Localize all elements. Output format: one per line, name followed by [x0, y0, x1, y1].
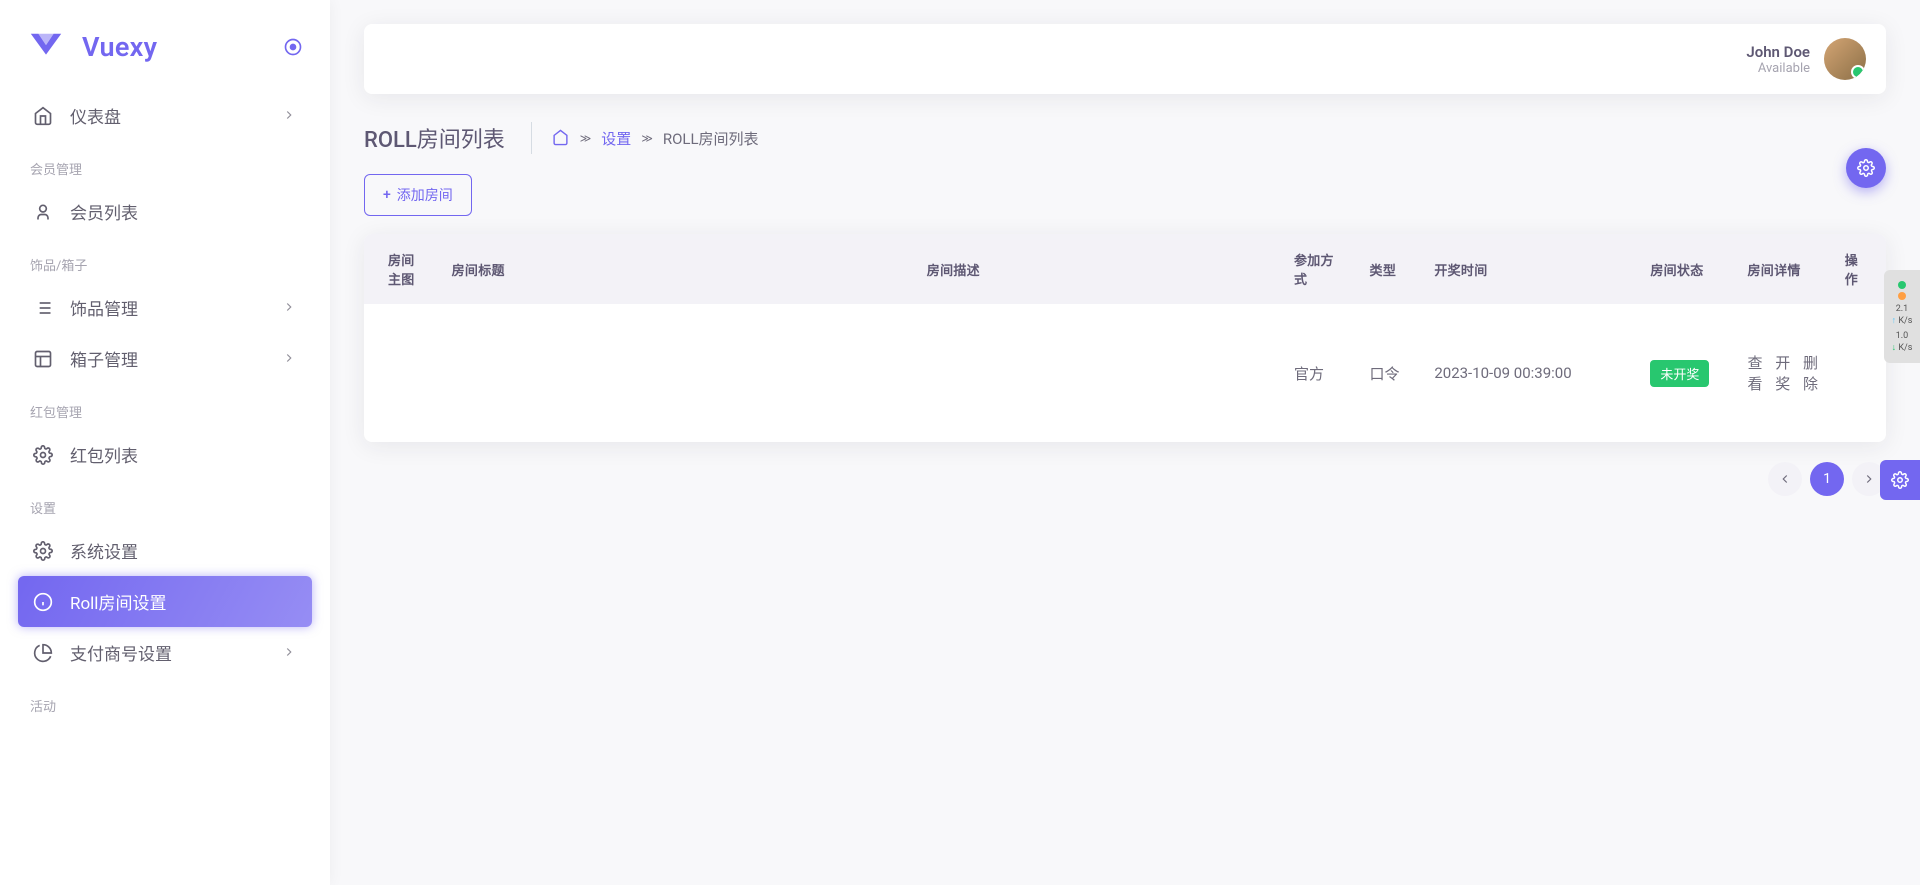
sidebar-item-label: 会员列表: [70, 199, 298, 224]
perf-down: 1.0↓ K/s: [1888, 331, 1916, 354]
cell-time: 2023-10-09 00:39:00: [1422, 304, 1638, 442]
sidebar-item-system-settings[interactable]: 系统设置: [18, 525, 312, 576]
chevron-right-icon: [282, 351, 298, 367]
add-room-button[interactable]: + 添加房间: [364, 174, 472, 216]
breadcrumb-home[interactable]: [552, 129, 570, 147]
sidebar-item-label: 系统设置: [70, 538, 298, 563]
gear-icon: [32, 444, 54, 466]
user-icon: [32, 201, 54, 223]
brand-logo-icon: [26, 28, 66, 66]
pagination: 1: [364, 462, 1886, 496]
page-header: ROLL房间列表 ≫ 设置 ≫ ROLL房间列表: [364, 122, 1886, 154]
sidebar-item-label: 支付商号设置: [70, 640, 266, 665]
sidebar-section-redpack: 红包管理: [18, 392, 312, 429]
sidebar-item-ornament-mgmt[interactable]: 饰品管理: [18, 282, 312, 333]
rooms-table: 房间主图 房间标题 房间描述 参加方式 类型 开奖时间 房间状态 房间详情 操作…: [364, 234, 1886, 442]
table-row: 官方 口令 2023-10-09 00:39:00 未开奖 查看 开奖 删除: [364, 304, 1886, 442]
gear-icon: [1891, 471, 1909, 489]
user-menu[interactable]: John Doe Available: [1746, 38, 1866, 80]
customizer-button[interactable]: [1880, 460, 1920, 500]
sidebar-section-member: 会员管理: [18, 149, 312, 186]
cell-method: 官方: [1282, 304, 1358, 442]
cell-details: 查看 开奖 删除: [1736, 304, 1833, 442]
sidebar-item-redpack-list[interactable]: 红包列表: [18, 429, 312, 480]
radio-icon: [283, 37, 303, 57]
table-header-desc: 房间描述: [915, 234, 1282, 304]
status-dot-yellow: [1898, 292, 1906, 300]
perf-up: 2.1↑ K/s: [1888, 304, 1916, 327]
breadcrumb-separator: ≫: [641, 132, 653, 145]
table-header-row: 房间主图 房间标题 房间描述 参加方式 类型 开奖时间 房间状态 房间详情 操作: [364, 234, 1886, 304]
sidebar-item-label: 饰品管理: [70, 295, 266, 320]
navbar: John Doe Available: [364, 24, 1886, 94]
brand-name: Vuexy: [82, 31, 157, 63]
home-icon: [32, 105, 54, 127]
sidebar-item-roll-room-settings[interactable]: Roll房间设置: [18, 576, 312, 627]
sidebar-collapse-button[interactable]: [282, 36, 304, 58]
cell-actions: [1833, 304, 1886, 442]
sidebar-item-payment-settings[interactable]: 支付商号设置: [18, 627, 312, 678]
chevron-left-icon: [1778, 472, 1792, 486]
sidebar-section-settings: 设置: [18, 488, 312, 525]
cell-desc: [915, 304, 1282, 442]
pie-chart-icon: [32, 642, 54, 664]
page-number-1[interactable]: 1: [1810, 462, 1844, 496]
cell-title: [440, 304, 915, 442]
breadcrumb-settings[interactable]: 设置: [601, 128, 631, 149]
sidebar-item-member-list[interactable]: 会员列表: [18, 186, 312, 237]
sidebar: Vuexy 仪表盘 会员管理 会员列表 饰品/箱子 饰品管理 箱子管理 红包管理…: [0, 0, 330, 885]
sidebar-item-label: Roll房间设置: [70, 589, 298, 614]
breadcrumb-separator: ≫: [580, 132, 592, 145]
sidebar-item-label: 红包列表: [70, 442, 298, 467]
sidebar-section-ornament: 饰品/箱子: [18, 245, 312, 282]
main-content: John Doe Available ROLL房间列表 ≫ 设置 ≫ ROLL房…: [330, 0, 1920, 885]
table-header-details: 房间详情: [1736, 234, 1833, 304]
gear-icon: [1857, 159, 1875, 177]
table-header-type: 类型: [1358, 234, 1423, 304]
action-delete[interactable]: 删除: [1803, 352, 1821, 394]
table-header-title: 房间标题: [440, 234, 915, 304]
status-badge: 未开奖: [1650, 360, 1709, 387]
avatar: [1824, 38, 1866, 80]
chevron-right-icon: [282, 300, 298, 316]
plus-icon: +: [383, 187, 391, 203]
layout-icon: [32, 348, 54, 370]
user-status: Available: [1746, 61, 1810, 76]
cell-status: 未开奖: [1638, 304, 1735, 442]
table-card: 房间主图 房间标题 房间描述 参加方式 类型 开奖时间 房间状态 房间详情 操作…: [364, 234, 1886, 442]
sidebar-item-label: 箱子管理: [70, 346, 266, 371]
action-draw[interactable]: 开奖: [1775, 352, 1793, 394]
add-button-label: 添加房间: [397, 185, 453, 205]
status-dot-green: [1898, 281, 1906, 289]
page-prev-button[interactable]: [1768, 462, 1802, 496]
brand-link[interactable]: Vuexy: [26, 28, 157, 66]
action-view[interactable]: 查看: [1748, 352, 1766, 394]
sidebar-item-label: 仪表盘: [70, 103, 266, 128]
chevron-right-icon: [282, 645, 298, 661]
list-icon: [32, 297, 54, 319]
table-header-status: 房间状态: [1638, 234, 1735, 304]
gear-icon: [32, 540, 54, 562]
chevron-right-icon: [1862, 472, 1876, 486]
chevron-right-icon: [282, 108, 298, 124]
table-header-time: 开奖时间: [1422, 234, 1638, 304]
performance-widget[interactable]: 2.1↑ K/s 1.0↓ K/s: [1884, 270, 1920, 363]
table-header-actions: 操作: [1833, 234, 1886, 304]
page-title: ROLL房间列表: [364, 122, 532, 154]
cell-type: 口令: [1358, 304, 1423, 442]
user-name: John Doe: [1746, 43, 1810, 61]
header-settings-button[interactable]: [1846, 148, 1886, 188]
table-header-image: 房间主图: [364, 234, 440, 304]
brand: Vuexy: [18, 20, 312, 90]
sidebar-item-box-mgmt[interactable]: 箱子管理: [18, 333, 312, 384]
sidebar-section-activity: 活动: [18, 686, 312, 723]
breadcrumb-current: ROLL房间列表: [663, 128, 759, 149]
info-icon: [32, 591, 54, 613]
table-header-method: 参加方式: [1282, 234, 1358, 304]
sidebar-item-dashboard[interactable]: 仪表盘: [18, 90, 312, 141]
user-text: John Doe Available: [1746, 43, 1810, 76]
cell-image: [364, 304, 440, 442]
breadcrumb: ≫ 设置 ≫ ROLL房间列表: [552, 128, 759, 149]
